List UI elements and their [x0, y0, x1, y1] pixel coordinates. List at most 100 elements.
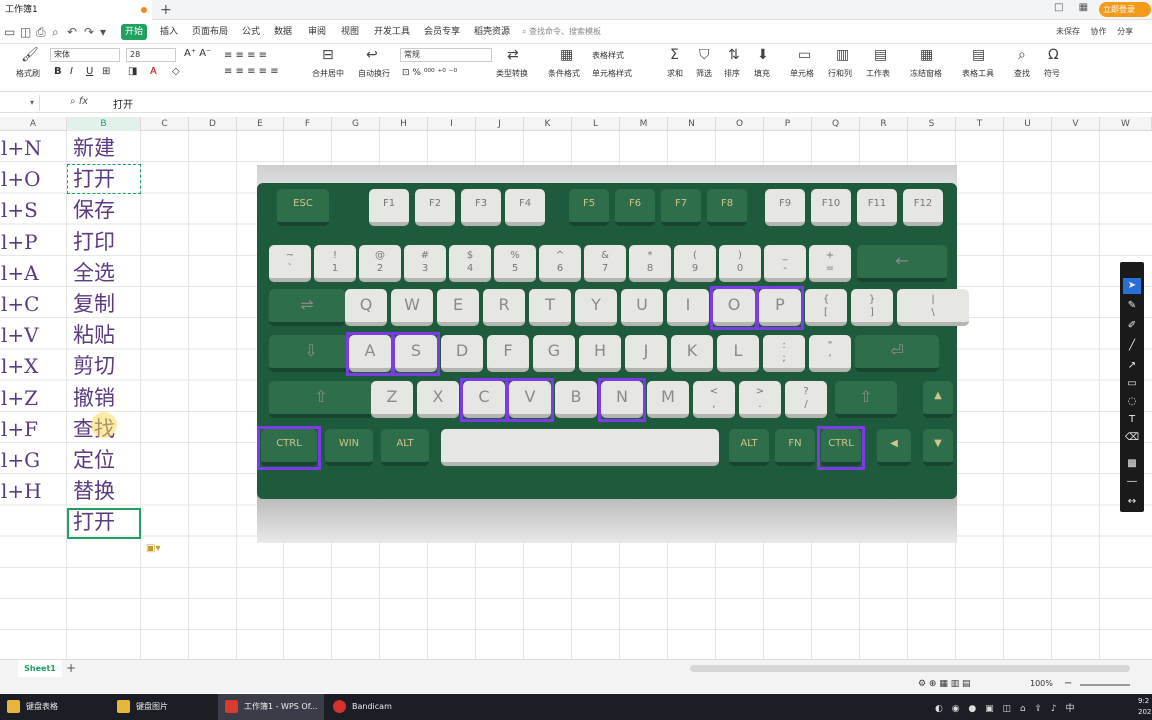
table-tools-label[interactable]: 表格工具 — [962, 68, 994, 79]
column-header-m[interactable]: M — [620, 117, 668, 131]
column-header-r[interactable]: R — [860, 117, 908, 131]
font-color-icon[interactable]: A — [150, 66, 157, 77]
horizontal-scrollbar[interactable] — [690, 665, 1130, 672]
column-header-n[interactable]: N — [668, 117, 716, 131]
column-header-w[interactable]: W — [1100, 117, 1152, 131]
cell-a[interactable]: l+A — [0, 258, 66, 289]
format-painter-icon[interactable]: 🖌 — [21, 48, 39, 62]
cell-a[interactable]: l+N — [0, 133, 66, 164]
text-icon[interactable]: T — [1123, 412, 1141, 428]
cell-a[interactable]: l+V — [0, 320, 66, 351]
ime-indicator[interactable]: 中 — [1065, 704, 1077, 714]
wrap-icon[interactable]: ↩ — [366, 48, 378, 62]
highlighter-icon[interactable]: ◌ — [1123, 394, 1141, 410]
find-icon[interactable]: ⌕ — [1018, 48, 1026, 62]
dropdown-icon[interactable]: ▾ — [100, 25, 106, 39]
share-link[interactable]: 分享 — [1117, 27, 1133, 36]
arrow-icon[interactable]: ↗ — [1123, 358, 1141, 374]
cell-b[interactable]: 保存 — [68, 195, 141, 226]
column-header-f[interactable]: F — [284, 117, 332, 131]
symbol-label[interactable]: 符号 — [1044, 68, 1060, 79]
column-header-t[interactable]: T — [956, 117, 1004, 131]
freeze-icon[interactable]: ▦ — [920, 48, 933, 62]
column-header-q[interactable]: Q — [812, 117, 860, 131]
eraser-icon[interactable]: ⌫ — [1123, 430, 1141, 446]
paste-options-icon[interactable]: ▣▾ — [146, 543, 160, 554]
menu-docer[interactable]: 稻壳资源 — [470, 24, 514, 40]
align-horizontal-icons[interactable]: ≡ ≡ ≡ ≡ ≡ — [224, 66, 279, 77]
taskbar-item-wps[interactable]: 工作簿1 - WPS Of... — [218, 694, 324, 720]
cell-a[interactable] — [0, 507, 66, 538]
clear-format-icon[interactable]: ◇ — [172, 66, 180, 77]
menu-view[interactable]: 视图 — [337, 24, 363, 40]
fx-icons[interactable]: ⌕ fx — [70, 96, 88, 107]
sort-label[interactable]: 排序 — [724, 68, 740, 79]
fill-icon[interactable]: ⬇ — [757, 48, 769, 62]
cell-b[interactable]: 撤销 — [68, 383, 141, 414]
redo-icon[interactable]: ↷ — [84, 25, 94, 39]
column-header-l[interactable]: L — [572, 117, 620, 131]
rectangle-icon[interactable]: ▭ — [1123, 376, 1141, 392]
cell-b[interactable]: 定位 — [68, 445, 141, 476]
column-header-i[interactable]: I — [428, 117, 476, 131]
cell-a[interactable]: l+H — [0, 476, 66, 507]
cell-a[interactable]: l+G — [0, 445, 66, 476]
expand-icon[interactable]: ↔ — [1123, 494, 1141, 510]
menu-vip[interactable]: 会员专享 — [420, 24, 464, 40]
menu-page-layout[interactable]: 页面布局 — [188, 24, 232, 40]
taskbar-item-bandicam[interactable]: Bandicam — [326, 694, 432, 720]
cell-a[interactable]: l+X — [0, 351, 66, 382]
print-icon[interactable]: ⎙ — [36, 25, 46, 40]
cell-icon[interactable]: ▭ — [798, 48, 811, 62]
collab-link[interactable]: 协作 — [1091, 27, 1107, 36]
conditional-format-icon[interactable]: ▦ — [560, 48, 573, 62]
system-tray[interactable]: ◐ ◉ ● ▣ ◫ ⌂ ⇪ ♪ 中 — [935, 701, 1077, 714]
column-header-c[interactable]: C — [141, 117, 189, 131]
fill-label[interactable]: 填充 — [754, 68, 770, 79]
align-top-icons[interactable]: ≡ ≡ ≡ ≡ — [224, 50, 267, 61]
cell-b[interactable]: 复制 — [68, 289, 141, 320]
cell-a[interactable]: l+O — [0, 164, 66, 195]
taskbar-item-keyboard-image[interactable]: 键盘图片 — [110, 694, 216, 720]
keyboard-photo[interactable]: ESC F1 F2 F3 F4 F5 F6 F7 F8 F9 F10 F11 F12 ~ `! 1 @ 2 #… — [257, 165, 969, 543]
column-header-g[interactable]: G — [332, 117, 380, 131]
view-mode-icons[interactable]: ⚙ ⊕ ▦ ▥ ▤ — [918, 679, 971, 689]
bold-button[interactable]: B — [54, 66, 62, 77]
zoom-slider[interactable] — [1080, 684, 1130, 686]
merge-center-label[interactable]: 合并居中 — [312, 68, 344, 79]
zoom-out-icon[interactable]: − — [1064, 678, 1072, 689]
taskbar-item-keyboard-sheet[interactable]: 键盘表格 — [0, 694, 108, 720]
sum-label[interactable]: 求和 — [667, 68, 683, 79]
freeze-label[interactable]: 冻结窗格 — [910, 68, 942, 79]
worksheet-icon[interactable]: ▤ — [874, 48, 887, 62]
cell-a[interactable]: l+F — [0, 414, 66, 445]
cell-b[interactable]: 新建 — [68, 133, 141, 164]
column-header-j[interactable]: J — [476, 117, 524, 131]
undo-icon[interactable]: ↶ — [67, 25, 77, 39]
format-painter-label[interactable]: 格式刷 — [16, 68, 40, 79]
table-style-label[interactable]: 表格样式 — [592, 50, 624, 61]
column-header-u[interactable]: U — [1004, 117, 1052, 131]
italic-button[interactable]: I — [70, 66, 73, 77]
pen-icon[interactable]: ✎ — [1123, 298, 1141, 314]
filter-icon[interactable]: ⛉ — [699, 48, 710, 62]
column-header-h[interactable]: H — [380, 117, 428, 131]
cell-b[interactable]: 剪切 — [68, 351, 141, 382]
unsaved-status[interactable]: 未保存 — [1056, 27, 1080, 36]
menu-review[interactable]: 审阅 — [304, 24, 330, 40]
cell-b[interactable]: 全选 — [68, 258, 141, 289]
preview-icon[interactable]: ⌕ — [52, 25, 59, 40]
border-icon[interactable]: ⊞ — [102, 66, 110, 77]
column-header-e[interactable]: E — [237, 117, 284, 131]
sort-icon[interactable]: ⇅ — [728, 48, 740, 62]
sheet-grid[interactable]: l+N 新建 l+O 打开 l+S 保存 l+P 打印 l+A 全选 l+C 复制 l+V 粘贴 l+X 剪切… — [0, 131, 1152, 659]
cell-a[interactable]: l+P — [0, 227, 66, 258]
pointer-icon[interactable]: ➤ — [1123, 278, 1141, 294]
find-label[interactable]: 查找 — [1014, 68, 1030, 79]
document-tab[interactable]: 工作簿1 — [0, 0, 152, 20]
save-icon[interactable]: ◫ — [20, 25, 31, 39]
sum-icon[interactable]: Σ — [670, 48, 679, 62]
new-tab-button[interactable]: + — [160, 1, 174, 19]
merge-icon[interactable]: ⊟ — [322, 48, 334, 62]
filter-label[interactable]: 筛选 — [696, 68, 712, 79]
